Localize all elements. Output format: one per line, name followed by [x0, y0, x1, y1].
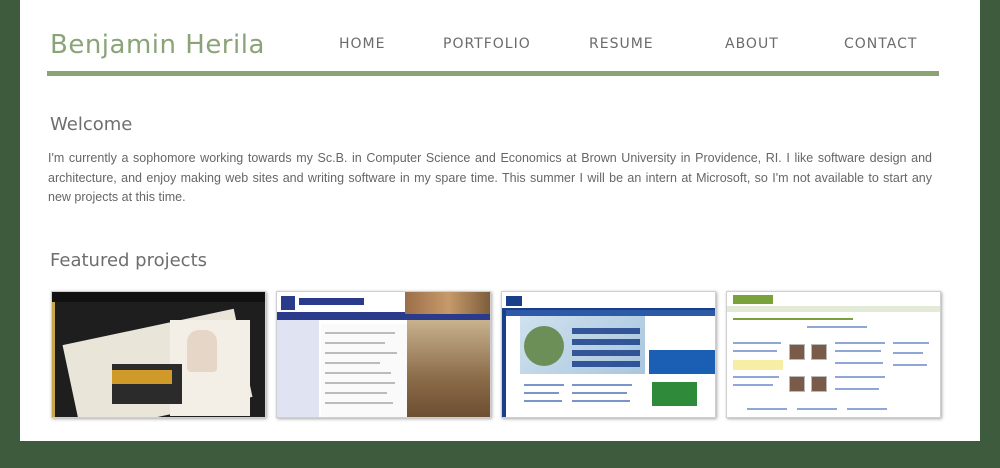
- featured-projects: [51, 291, 941, 418]
- welcome-text: I'm currently a sophomore working toward…: [48, 151, 932, 204]
- project-thumbnail-walsh-company[interactable]: [276, 291, 491, 418]
- main-nav: HOME PORTFOLIO RESUME ABOUT CONTACT: [20, 36, 980, 56]
- project-thumbnail-water-wastewater[interactable]: [501, 291, 716, 418]
- featured-heading: Featured projects: [50, 250, 208, 271]
- nav-portfolio[interactable]: PORTFOLIO: [443, 36, 531, 52]
- header-divider: [47, 71, 939, 76]
- nav-resume[interactable]: RESUME: [589, 36, 654, 52]
- welcome-heading: Welcome: [50, 114, 133, 135]
- project-thumbnail-annual-report[interactable]: [51, 291, 266, 418]
- project-thumbnail-jobaphiles[interactable]: [726, 291, 941, 418]
- nav-home[interactable]: HOME: [339, 36, 385, 52]
- page-container: Benjamin Herila HOME PORTFOLIO RESUME AB…: [20, 0, 980, 441]
- nav-contact[interactable]: CONTACT: [844, 36, 917, 52]
- nav-about[interactable]: ABOUT: [725, 36, 779, 52]
